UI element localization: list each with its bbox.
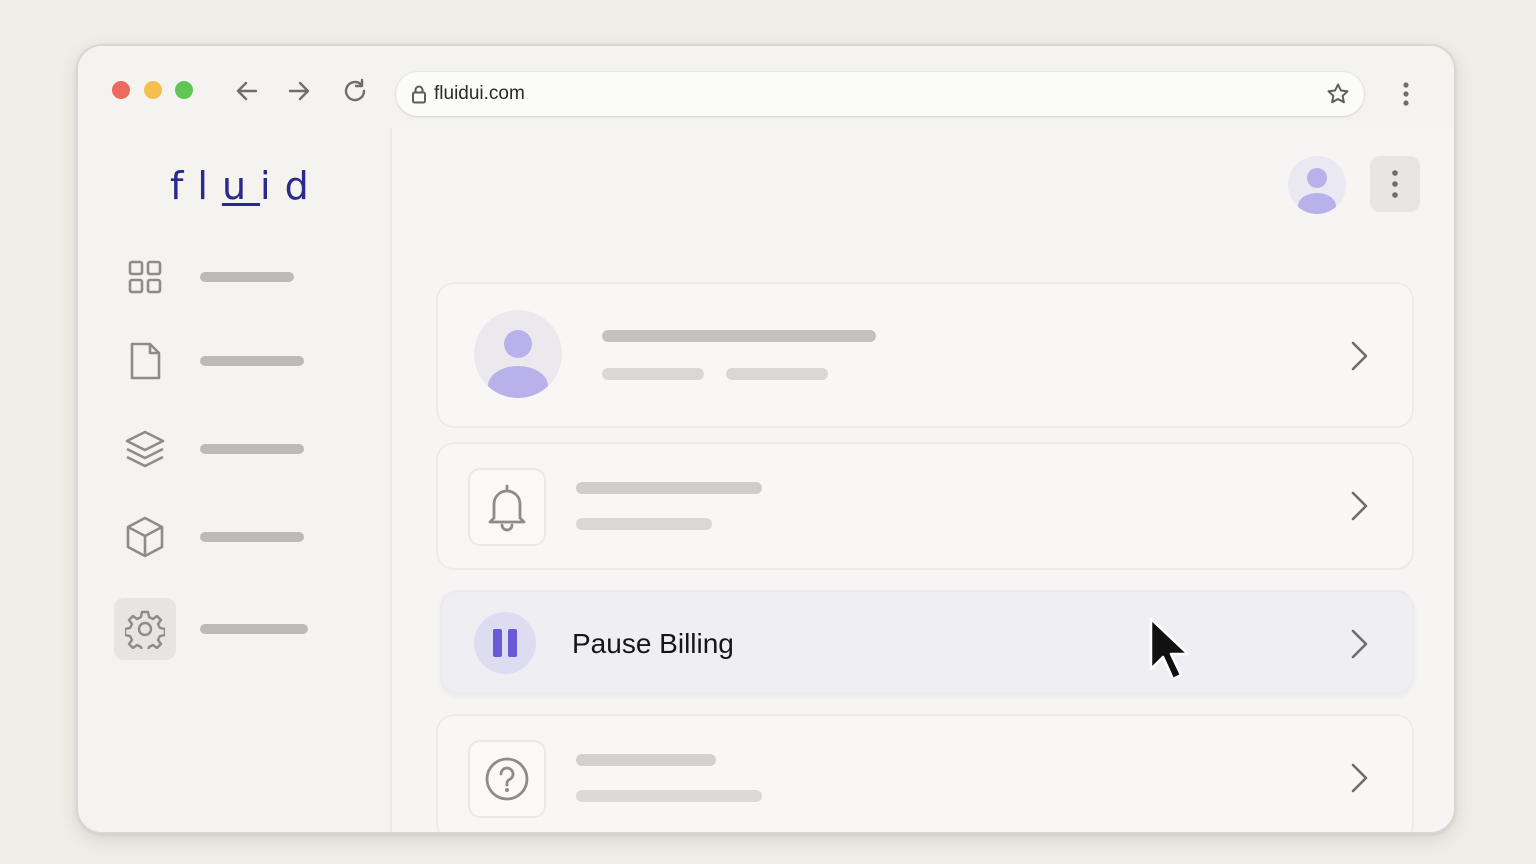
sidebar: fluid <box>78 128 392 832</box>
document-icon <box>114 330 176 392</box>
app-logo[interactable]: fluid <box>170 164 323 208</box>
pause-billing-card[interactable]: Pause Billing <box>440 590 1414 694</box>
help-icon-box <box>468 740 546 818</box>
bell-icon-box <box>468 468 546 546</box>
more-options-button[interactable] <box>1370 156 1420 212</box>
profile-card[interactable] <box>436 282 1414 428</box>
subtitle-placeholder <box>726 368 828 380</box>
url-text: fluidui.com <box>434 83 525 104</box>
browser-window: fluidui.com fluid Pause Billing <box>76 44 1456 834</box>
sidebar-item-label-placeholder <box>200 356 304 366</box>
bell-icon <box>488 484 526 532</box>
notifications-card[interactable] <box>436 442 1414 570</box>
subtitle-placeholder <box>576 518 712 530</box>
cube-icon <box>114 506 176 568</box>
reload-icon[interactable] <box>340 76 370 106</box>
sidebar-item-label-placeholder <box>200 624 308 634</box>
main-content: Pause Billing <box>392 128 1454 832</box>
kebab-menu-icon <box>1392 170 1398 198</box>
lock-icon <box>410 84 428 104</box>
layers-icon <box>114 418 176 480</box>
address-bar[interactable]: fluidui.com <box>396 72 1364 116</box>
help-card[interactable] <box>436 714 1414 832</box>
gear-icon <box>114 598 176 660</box>
sidebar-item-layers[interactable] <box>114 418 354 480</box>
chevron-right-icon <box>1348 762 1370 794</box>
sidebar-item-dashboard[interactable] <box>114 246 354 308</box>
title-placeholder <box>576 482 762 494</box>
pause-icon <box>474 612 536 674</box>
browser-menu-icon[interactable] <box>1394 80 1418 108</box>
maximize-window-button[interactable] <box>175 81 193 99</box>
grid-icon <box>114 246 176 308</box>
back-arrow-icon[interactable] <box>232 76 262 106</box>
sidebar-item-label-placeholder <box>200 272 294 282</box>
sidebar-item-label-placeholder <box>200 532 304 542</box>
chevron-right-icon <box>1348 628 1370 660</box>
mouse-cursor-icon <box>1149 617 1190 681</box>
subtitle-placeholder <box>602 368 704 380</box>
sidebar-item-label-placeholder <box>200 444 304 454</box>
title-placeholder <box>602 330 876 342</box>
user-avatar-button[interactable] <box>1288 156 1346 214</box>
minimize-window-button[interactable] <box>144 81 162 99</box>
browser-toolbar: fluidui.com <box>78 46 1454 128</box>
title-placeholder <box>576 754 716 766</box>
subtitle-placeholder <box>576 790 762 802</box>
sidebar-item-documents[interactable] <box>114 330 354 392</box>
sidebar-item-settings[interactable] <box>114 598 354 660</box>
user-avatar-icon <box>1298 168 1336 214</box>
star-icon[interactable] <box>1326 82 1350 106</box>
sidebar-item-products[interactable] <box>114 506 354 568</box>
user-avatar-icon <box>474 310 562 398</box>
pause-billing-label: Pause Billing <box>572 628 734 659</box>
forward-arrow-icon[interactable] <box>284 76 314 106</box>
help-icon <box>485 757 529 801</box>
close-window-button[interactable] <box>112 81 130 99</box>
chevron-right-icon <box>1348 340 1370 372</box>
chevron-right-icon <box>1348 490 1370 522</box>
